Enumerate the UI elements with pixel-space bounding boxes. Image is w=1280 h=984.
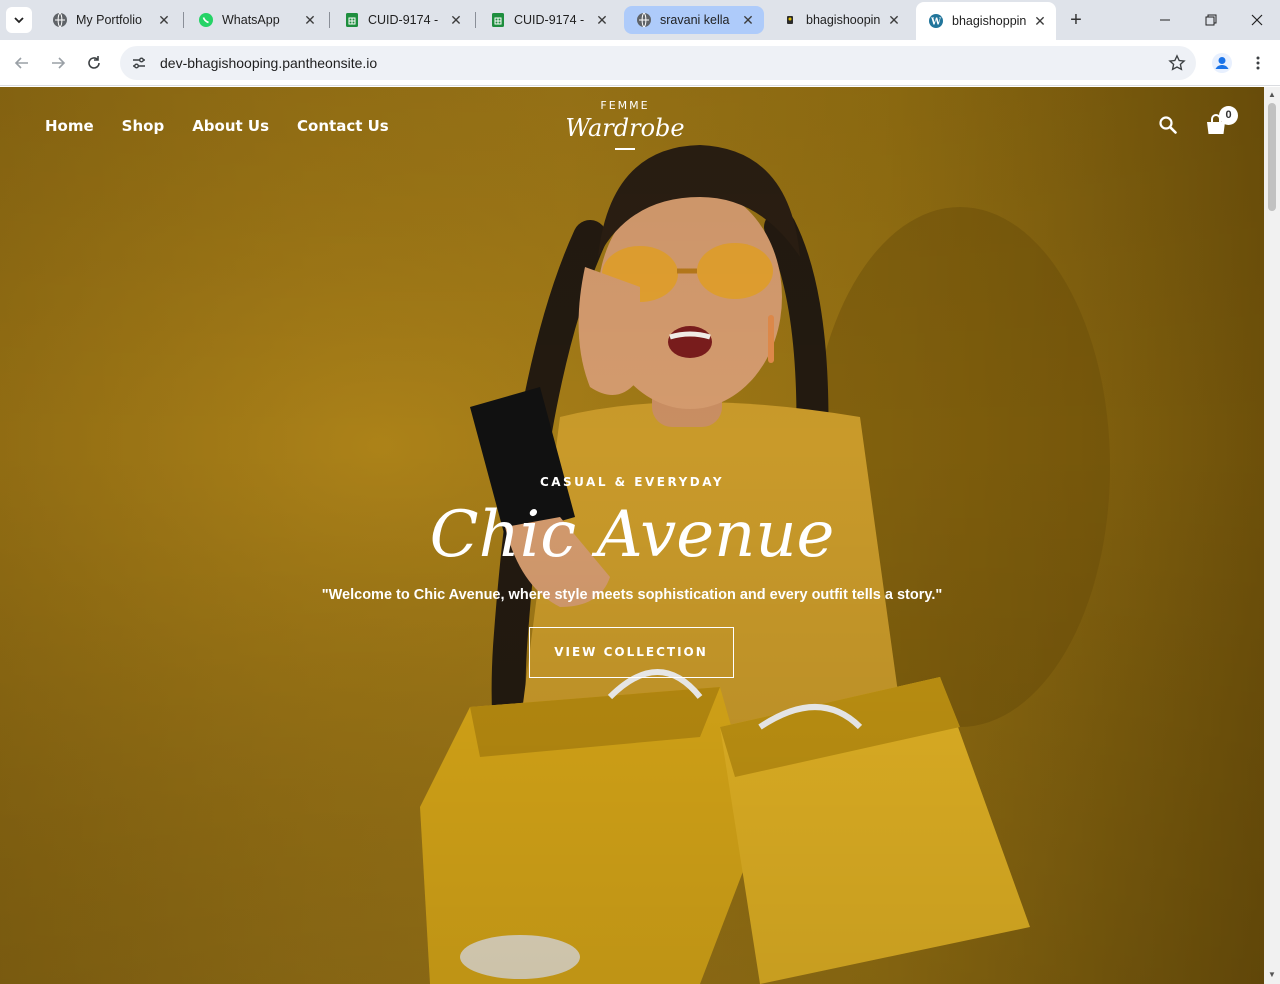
tab-title: bhagishoopin bbox=[806, 13, 880, 27]
tab-title: sravani kella bbox=[660, 13, 730, 27]
tab-search-button[interactable] bbox=[6, 7, 32, 33]
bookmark-star-icon[interactable] bbox=[1168, 54, 1186, 72]
page-scrollbar[interactable]: ▲ ▼ bbox=[1264, 87, 1280, 984]
tab-title: bhagishoppin bbox=[952, 14, 1026, 28]
hero-eyebrow: CASUAL & EVERYDAY bbox=[539, 475, 725, 489]
minimize-icon bbox=[1160, 19, 1170, 21]
more-vert-icon bbox=[1256, 56, 1260, 70]
close-icon[interactable]: ✕ bbox=[156, 12, 172, 28]
scroll-up-icon[interactable]: ▲ bbox=[1268, 91, 1276, 99]
profile-avatar-icon bbox=[1212, 53, 1232, 73]
close-icon[interactable]: ✕ bbox=[740, 12, 756, 28]
back-button[interactable] bbox=[8, 49, 36, 77]
close-icon[interactable]: ✕ bbox=[594, 12, 610, 28]
globe-icon bbox=[636, 12, 652, 28]
browser-tab-5[interactable]: sravani kella ✕ bbox=[624, 6, 764, 34]
browser-tab-2[interactable]: WhatsApp ✕ bbox=[186, 6, 326, 34]
reload-icon bbox=[88, 56, 100, 69]
close-icon[interactable]: ✕ bbox=[302, 12, 318, 28]
profile-button[interactable] bbox=[1208, 49, 1236, 77]
logo-tagline: FEMME bbox=[600, 99, 650, 112]
scroll-down-icon[interactable]: ▼ bbox=[1268, 971, 1276, 979]
tab-title: CUID-9174 - C bbox=[368, 13, 442, 27]
restore-button[interactable] bbox=[1188, 0, 1234, 40]
site-info-icon[interactable] bbox=[128, 52, 150, 74]
arrow-left-icon bbox=[14, 57, 28, 69]
tab-separator bbox=[475, 12, 476, 28]
tab-separator bbox=[183, 12, 184, 28]
tab-title: My Portfolio bbox=[76, 13, 142, 27]
nav-shop[interactable]: Shop bbox=[122, 117, 165, 135]
wordpress-icon: W bbox=[928, 13, 944, 29]
browser-tab-3[interactable]: CUID-9174 - C ✕ bbox=[332, 6, 472, 34]
svg-text:W: W bbox=[930, 18, 942, 28]
menu-button[interactable] bbox=[1244, 49, 1272, 77]
tab-separator bbox=[329, 12, 330, 28]
site-logo[interactable]: FEMME Wardrobe bbox=[525, 99, 725, 150]
browser-tab-6[interactable]: bhagishoopin ✕ bbox=[770, 6, 910, 34]
hero-content: CASUAL & EVERYDAY Chic Avenue "Welcome t… bbox=[0, 475, 1264, 678]
sheets-icon bbox=[490, 12, 506, 28]
browser-tab-1[interactable]: My Portfolio ✕ bbox=[40, 6, 180, 34]
minimize-button[interactable] bbox=[1142, 0, 1188, 40]
new-tab-button[interactable]: + bbox=[1064, 8, 1088, 32]
browser-toolbar: dev-bhagishooping.pantheonsite.io bbox=[0, 40, 1280, 86]
url-text: dev-bhagishooping.pantheonsite.io bbox=[160, 55, 378, 71]
arrow-right-icon bbox=[52, 57, 66, 69]
hero-title: Chic Avenue bbox=[429, 498, 835, 572]
browser-tab-7-active[interactable]: W bhagishoppin ✕ bbox=[916, 2, 1056, 40]
globe-icon bbox=[52, 12, 68, 28]
nav-contact-us[interactable]: Contact Us bbox=[297, 117, 389, 135]
hero-quote: "Welcome to Chic Avenue, where style mee… bbox=[321, 587, 943, 603]
page-viewport: Home Shop About Us Contact Us FEMME Ward… bbox=[0, 87, 1264, 984]
logo-wordmark: Wardrobe bbox=[565, 114, 685, 142]
scrollbar-thumb[interactable] bbox=[1268, 103, 1276, 211]
site-main-nav: Home Shop About Us Contact Us bbox=[45, 117, 389, 135]
logo-underline bbox=[615, 148, 635, 150]
reload-button[interactable] bbox=[80, 49, 108, 77]
chevron-down-icon bbox=[14, 17, 24, 24]
whatsapp-icon bbox=[198, 12, 214, 28]
nav-about-us[interactable]: About Us bbox=[192, 117, 269, 135]
sheets-icon bbox=[344, 12, 360, 28]
view-collection-button[interactable]: VIEW COLLECTION bbox=[528, 627, 734, 678]
close-icon[interactable]: ✕ bbox=[448, 12, 464, 28]
hero-section: Home Shop About Us Contact Us FEMME Ward… bbox=[0, 87, 1264, 984]
tab-title: WhatsApp bbox=[222, 13, 280, 27]
site-icon bbox=[782, 12, 798, 28]
close-icon[interactable]: ✕ bbox=[1032, 13, 1048, 29]
close-icon bbox=[1251, 14, 1263, 26]
browser-tab-4[interactable]: CUID-9174 - C ✕ bbox=[478, 6, 618, 34]
close-window-button[interactable] bbox=[1234, 0, 1280, 40]
nav-home[interactable]: Home bbox=[45, 117, 94, 135]
address-bar[interactable]: dev-bhagishooping.pantheonsite.io bbox=[120, 46, 1196, 80]
cart-count-badge: 0 bbox=[1219, 106, 1238, 125]
close-icon[interactable]: ✕ bbox=[886, 12, 902, 28]
restore-icon bbox=[1205, 14, 1217, 26]
search-icon[interactable] bbox=[1158, 115, 1178, 135]
forward-button[interactable] bbox=[44, 49, 72, 77]
tab-title: CUID-9174 - C bbox=[514, 13, 588, 27]
